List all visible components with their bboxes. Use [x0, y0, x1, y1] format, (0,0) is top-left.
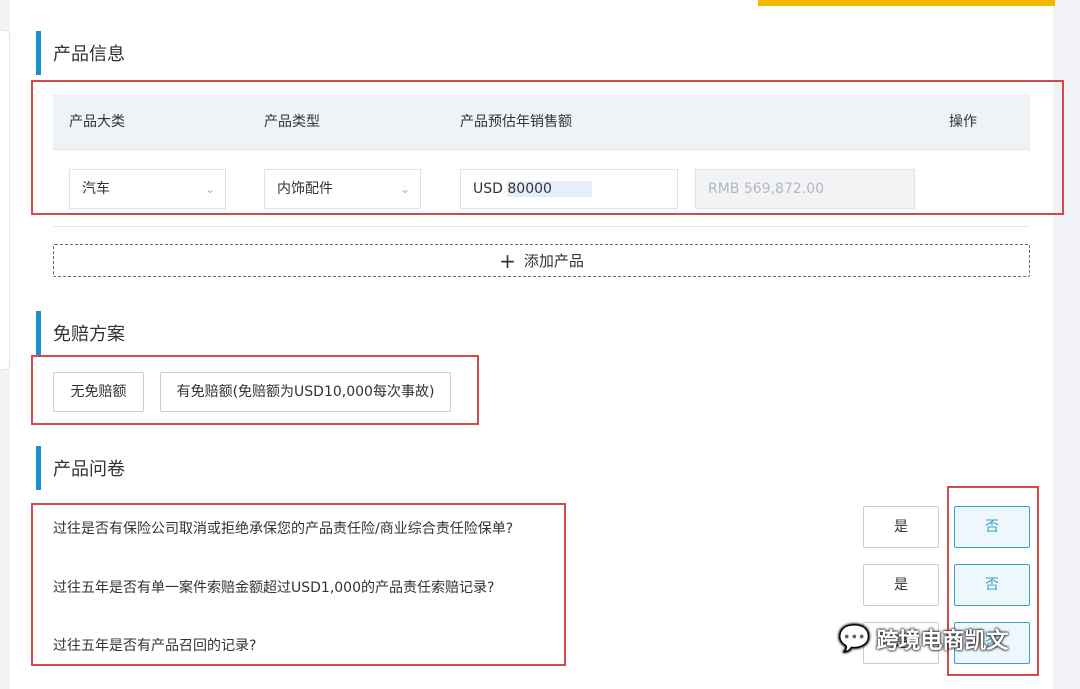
section-marker	[36, 311, 41, 355]
top-accent-bar	[758, 0, 1055, 6]
highlight-box-questions	[31, 503, 566, 666]
wechat-icon: 💬	[838, 624, 871, 654]
highlight-box-deductible	[31, 355, 479, 425]
section-title-text: 产品问卷	[53, 459, 125, 480]
add-product-label: 添加产品	[523, 252, 584, 270]
side-panel-edge	[0, 30, 10, 370]
add-product-button[interactable]: + 添加产品	[53, 244, 1030, 277]
section-title-text: 产品信息	[53, 44, 125, 65]
section-title-questionnaire: 产品问卷	[36, 446, 125, 490]
section-title-text: 免赔方案	[53, 324, 125, 345]
section-title-product-info: 产品信息	[36, 31, 125, 75]
highlight-box-product-table	[31, 80, 1064, 215]
watermark: 💬 跨境电商凯文	[838, 623, 1008, 655]
question-1-yes-button[interactable]: 是	[863, 506, 939, 548]
question-2-yes-button[interactable]: 是	[863, 564, 939, 606]
section-title-deductible: 免赔方案	[36, 311, 125, 355]
section-marker	[36, 446, 41, 490]
plus-icon: +	[499, 248, 516, 273]
watermark-text: 跨境电商凯文	[876, 629, 1009, 654]
table-divider	[53, 226, 1030, 227]
section-marker	[36, 31, 41, 75]
